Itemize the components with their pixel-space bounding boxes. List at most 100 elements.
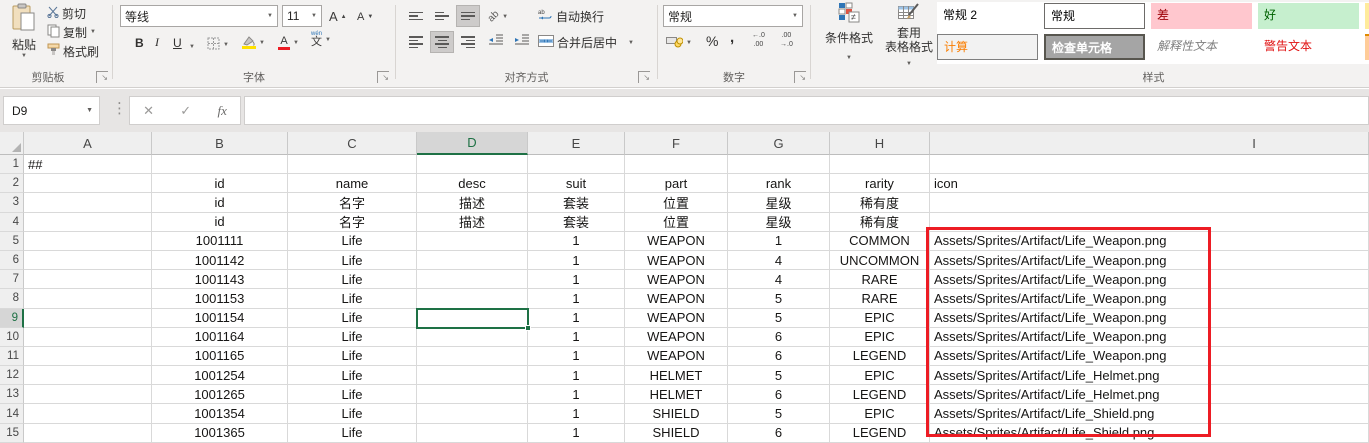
clipboard-dialog-launcher[interactable]: ↘ bbox=[96, 71, 108, 83]
cell-H13[interactable]: LEGEND bbox=[830, 385, 930, 404]
cell-A15[interactable] bbox=[24, 424, 152, 443]
formula-bar-grip[interactable]: ⋮ bbox=[112, 99, 127, 117]
cell-A2[interactable] bbox=[24, 174, 152, 193]
cell-A7[interactable] bbox=[24, 270, 152, 289]
cell-I9[interactable]: Assets/Sprites/Artifact/Life_Weapon.png bbox=[930, 309, 1369, 328]
column-header-E[interactable]: E bbox=[528, 132, 625, 155]
increase-decimal-button[interactable]: ←.0.00 bbox=[752, 31, 765, 50]
cell-H11[interactable]: LEGEND bbox=[830, 347, 930, 366]
cell-B9[interactable]: 1001154 bbox=[152, 309, 288, 328]
cell-E8[interactable]: 1 bbox=[528, 289, 625, 308]
column-header-D[interactable]: D bbox=[417, 132, 528, 155]
cell-B14[interactable]: 1001354 bbox=[152, 404, 288, 423]
cell-D6[interactable] bbox=[417, 251, 528, 270]
cell-H8[interactable]: RARE bbox=[830, 289, 930, 308]
cell-G6[interactable]: 4 bbox=[728, 251, 830, 270]
cell-A11[interactable] bbox=[24, 347, 152, 366]
cell-A12[interactable] bbox=[24, 366, 152, 385]
cell-D7[interactable] bbox=[417, 270, 528, 289]
cell-H5[interactable]: COMMON bbox=[830, 232, 930, 251]
orientation-button[interactable]: ab ▼ bbox=[488, 7, 508, 26]
cell-I4[interactable] bbox=[930, 213, 1369, 232]
column-header-I[interactable]: I bbox=[930, 132, 1369, 155]
cell-D15[interactable] bbox=[417, 424, 528, 443]
column-header-C[interactable]: C bbox=[288, 132, 417, 155]
font-name-combo[interactable]: 等线 ▼ bbox=[120, 5, 278, 27]
cell-A4[interactable] bbox=[24, 213, 152, 232]
cell-H4[interactable]: 稀有度 bbox=[830, 213, 930, 232]
cell-D13[interactable] bbox=[417, 385, 528, 404]
cell-D3[interactable]: 描述 bbox=[417, 193, 528, 212]
cell-E3[interactable]: 套装 bbox=[528, 193, 625, 212]
alignment-dialog-launcher[interactable]: ↘ bbox=[638, 71, 650, 83]
row-header-7[interactable]: 7 bbox=[0, 270, 24, 289]
cell-D11[interactable] bbox=[417, 347, 528, 366]
cell-H12[interactable]: EPIC bbox=[830, 366, 930, 385]
column-header-F[interactable]: F bbox=[625, 132, 728, 155]
cell-B5[interactable]: 1001111 bbox=[152, 232, 288, 251]
cell-G3[interactable]: 星级 bbox=[728, 193, 830, 212]
align-top-button[interactable] bbox=[404, 5, 428, 27]
cell-C11[interactable]: Life bbox=[288, 347, 417, 366]
underline-dropdown[interactable]: ▼ bbox=[189, 37, 195, 56]
row-header-3[interactable]: 3 bbox=[0, 193, 24, 212]
cell-G11[interactable]: 6 bbox=[728, 347, 830, 366]
cell-H2[interactable]: rarity bbox=[830, 174, 930, 193]
increase-font-size-button[interactable]: A▲ bbox=[329, 7, 347, 26]
cell-H10[interactable]: EPIC bbox=[830, 328, 930, 347]
cell-F4[interactable]: 位置 bbox=[625, 213, 728, 232]
copy-button[interactable]: 复制 ▼ bbox=[47, 23, 99, 41]
align-middle-button[interactable] bbox=[430, 5, 454, 27]
cell-H15[interactable]: LEGEND bbox=[830, 424, 930, 443]
cell-F3[interactable]: 位置 bbox=[625, 193, 728, 212]
cell-I1[interactable] bbox=[930, 155, 1369, 174]
cell-D10[interactable] bbox=[417, 328, 528, 347]
cell-E15[interactable]: 1 bbox=[528, 424, 625, 443]
align-bottom-button[interactable] bbox=[456, 5, 480, 27]
cell-F7[interactable]: WEAPON bbox=[625, 270, 728, 289]
cell-D14[interactable] bbox=[417, 404, 528, 423]
align-right-button[interactable] bbox=[456, 31, 480, 53]
row-header-10[interactable]: 10 bbox=[0, 328, 24, 347]
cell-F1[interactable] bbox=[625, 155, 728, 174]
increase-indent-button[interactable] bbox=[510, 31, 534, 53]
cell-D2[interactable]: desc bbox=[417, 174, 528, 193]
cell-A3[interactable] bbox=[24, 193, 152, 212]
cell-F9[interactable]: WEAPON bbox=[625, 309, 728, 328]
row-header-14[interactable]: 14 bbox=[0, 404, 24, 423]
cell-G4[interactable]: 星级 bbox=[728, 213, 830, 232]
cell-A9[interactable] bbox=[24, 309, 152, 328]
cell-A5[interactable] bbox=[24, 232, 152, 251]
cell-G2[interactable]: rank bbox=[728, 174, 830, 193]
cell-I5[interactable]: Assets/Sprites/Artifact/Life_Weapon.png bbox=[930, 232, 1369, 251]
paste-button[interactable]: 粘贴 ▼ bbox=[4, 3, 44, 65]
cell-I15[interactable]: Assets/Sprites/Artifact/Life_Shield.png bbox=[930, 424, 1369, 443]
cell-I7[interactable]: Assets/Sprites/Artifact/Life_Weapon.png bbox=[930, 270, 1369, 289]
cell-F8[interactable]: WEAPON bbox=[625, 289, 728, 308]
accounting-format-button[interactable]: ▼ bbox=[666, 33, 692, 52]
cell-E12[interactable]: 1 bbox=[528, 366, 625, 385]
cell-B7[interactable]: 1001143 bbox=[152, 270, 288, 289]
row-header-13[interactable]: 13 bbox=[0, 385, 24, 404]
cell-C10[interactable]: Life bbox=[288, 328, 417, 347]
cell-F15[interactable]: SHIELD bbox=[625, 424, 728, 443]
row-header-4[interactable]: 4 bbox=[0, 213, 24, 232]
cell-F13[interactable]: HELMET bbox=[625, 385, 728, 404]
cell-H6[interactable]: UNCOMMON bbox=[830, 251, 930, 270]
cell-D8[interactable] bbox=[417, 289, 528, 308]
underline-button[interactable]: U bbox=[173, 33, 182, 52]
cell-G1[interactable] bbox=[728, 155, 830, 174]
cell-H14[interactable]: EPIC bbox=[830, 404, 930, 423]
cell-C7[interactable]: Life bbox=[288, 270, 417, 289]
cell-E7[interactable]: 1 bbox=[528, 270, 625, 289]
row-header-9[interactable]: 9 bbox=[0, 309, 24, 328]
cell-C15[interactable]: Life bbox=[288, 424, 417, 443]
cell-D9[interactable] bbox=[417, 309, 528, 328]
cell-C4[interactable]: 名字 bbox=[288, 213, 417, 232]
cell-E11[interactable]: 1 bbox=[528, 347, 625, 366]
cell-I6[interactable]: Assets/Sprites/Artifact/Life_Weapon.png bbox=[930, 251, 1369, 270]
cell-H3[interactable]: 稀有度 bbox=[830, 193, 930, 212]
row-header-6[interactable]: 6 bbox=[0, 251, 24, 270]
cell-F2[interactable]: part bbox=[625, 174, 728, 193]
bold-button[interactable]: B bbox=[135, 33, 144, 52]
